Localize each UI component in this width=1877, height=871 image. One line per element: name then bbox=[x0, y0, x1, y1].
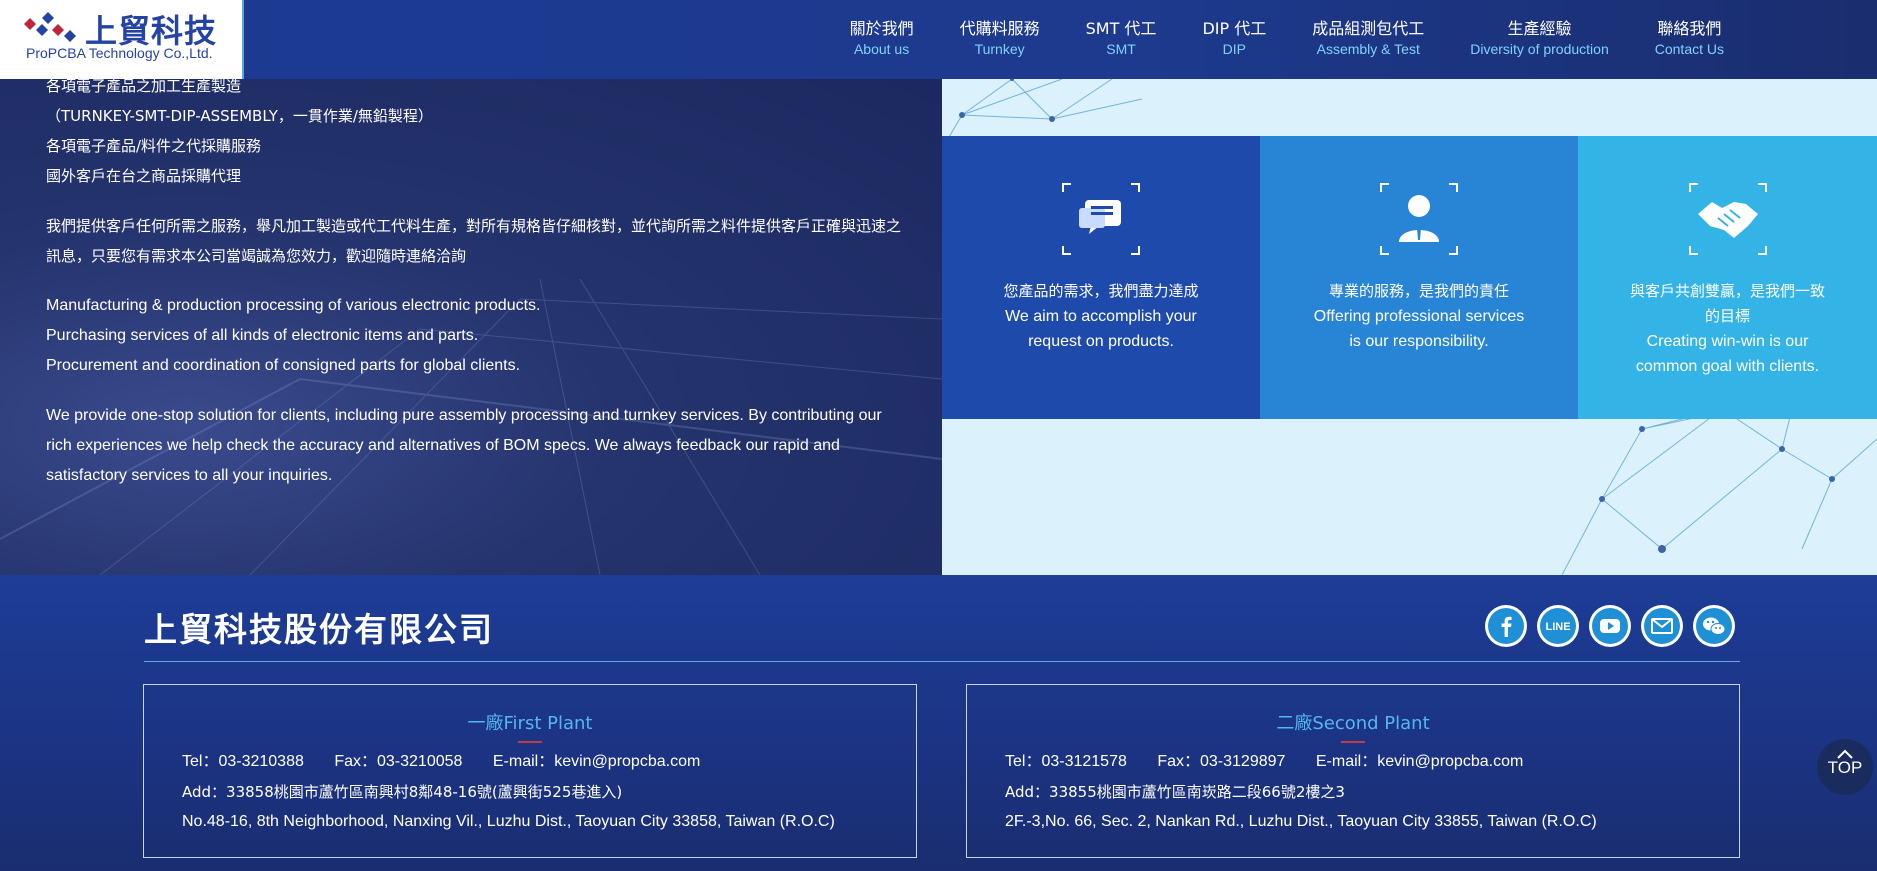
nav-dip[interactable]: DIP 代工 DIP bbox=[1179, 18, 1289, 58]
line-icon: LINE bbox=[1540, 608, 1576, 644]
value-card-text: 與客戶共創雙贏，是我們一致的目標 Creating win-win is our… bbox=[1628, 279, 1827, 379]
plant-address-en: 2F.-3,No. 66, Sec. 2, Nankan Rd., Luzhu … bbox=[1005, 813, 1597, 830]
plant-title-underline bbox=[1341, 741, 1365, 743]
value-card: 您產品的需求，我們盡力達成 We aim to accomplish your … bbox=[942, 136, 1260, 419]
value-cards: 您產品的需求，我們盡力達成 We aim to accomplish your … bbox=[942, 136, 1877, 419]
nav-turnkey-label: 代購料服務 bbox=[959, 19, 1040, 38]
nav-turnkey-sublabel: Turnkey bbox=[974, 41, 1025, 57]
plant-address-cn: Add：33858桃園市蘆竹區南興村8鄰48-16號(蘆興街525巷進入) bbox=[182, 783, 623, 801]
intro-line-en: Manufacturing & production processing of… bbox=[46, 297, 541, 314]
value-card-cn: 專業的服務，是我們的責任 bbox=[1328, 282, 1509, 300]
value-card: 專業的服務，是我們的責任 Offering professional servi… bbox=[1260, 136, 1578, 419]
plant-title: 一廠First Plant bbox=[467, 713, 593, 734]
logo-subtitle: ProPCBA Technology Co.,Ltd. bbox=[26, 45, 213, 61]
intro-section: 各項電子產品之加工生產製造 （TURNKEY-SMT-DIP-ASSEMBLY，… bbox=[0, 79, 942, 575]
nav-smt[interactable]: SMT 代工 SMT bbox=[1063, 18, 1180, 58]
intro-text: 各項電子產品之加工生產製造 （TURNKEY-SMT-DIP-ASSEMBLY，… bbox=[46, 79, 906, 511]
plant-title: 二廠Second Plant bbox=[1276, 713, 1430, 734]
value-card: 與客戶共創雙贏，是我們一致的目標 Creating win-win is our… bbox=[1578, 136, 1877, 419]
value-card-en: We aim to accomplish your request on pro… bbox=[1005, 308, 1197, 350]
plant-tel[interactable]: Tel：03-3210388 bbox=[182, 753, 304, 770]
nav-about-label: 關於我們 bbox=[849, 19, 914, 38]
nav-turnkey[interactable]: 代購料服務 Turnkey bbox=[937, 18, 1063, 58]
plant-info: Tel：03-3210388 Fax：03-3210058 E-mail：kev… bbox=[182, 747, 916, 837]
plant-card-second: 二廠Second Plant Tel：03-3121578 Fax：03-312… bbox=[966, 684, 1740, 858]
nav-smt-sublabel: SMT bbox=[1106, 41, 1136, 57]
nav-dip-label: DIP 代工 bbox=[1202, 19, 1267, 38]
plant-tel[interactable]: Tel：03-3121578 bbox=[1005, 753, 1127, 770]
company-name: 上貿科技股份有限公司 bbox=[144, 610, 494, 649]
wechat-icon bbox=[1696, 608, 1732, 644]
youtube-link[interactable] bbox=[1589, 605, 1631, 647]
nav-contact-label: 聯絡我們 bbox=[1657, 19, 1722, 38]
intro-paragraph-en: We provide one-stop solution for clients… bbox=[46, 407, 882, 484]
line-link[interactable]: LINE bbox=[1537, 605, 1579, 647]
nav-diversity[interactable]: 生產經驗 Diversity of production bbox=[1447, 18, 1632, 58]
intro-line: 各項電子產品之加工生產製造 bbox=[46, 79, 242, 95]
facebook-link[interactable] bbox=[1485, 605, 1527, 647]
nav-diversity-label: 生產經驗 bbox=[1507, 19, 1572, 38]
intro-paragraph-cn: 我們提供客戶任何所需之服務，舉凡加工製造或代工代料生產，對所有規格皆仔細核對，並… bbox=[46, 217, 902, 265]
plant-address-cn: Add：33855桃園市蘆竹區南崁路二段66號2樓之3 bbox=[1005, 783, 1345, 801]
nav-about[interactable]: 關於我們 About us bbox=[827, 18, 937, 58]
plant-card-first: 一廠First Plant Tel：03-3210388 Fax：03-3210… bbox=[143, 684, 917, 858]
values-section: 您產品的需求，我們盡力達成 We aim to accomplish your … bbox=[942, 79, 1877, 575]
nav-assembly-sublabel: Assembly & Test bbox=[1316, 41, 1420, 57]
line-icon-label: LINE bbox=[1545, 621, 1570, 633]
back-to-top-label: TOP bbox=[1827, 758, 1863, 777]
plant-email[interactable]: E-mail：kevin@propcba.com bbox=[1316, 753, 1523, 770]
value-card-text: 您產品的需求，我們盡力達成 We aim to accomplish your … bbox=[992, 279, 1210, 354]
intro-line: 國外客戶在台之商品採購代理 bbox=[46, 167, 242, 185]
mail-link[interactable] bbox=[1641, 605, 1683, 647]
social-links: LINE bbox=[1485, 605, 1735, 647]
person-icon bbox=[1380, 183, 1458, 255]
mail-icon bbox=[1644, 608, 1680, 644]
nav-assembly[interactable]: 成品組測包代工 Assembly & Test bbox=[1289, 18, 1447, 58]
chat-icon bbox=[1062, 183, 1140, 255]
main-nav: 關於我們 About us 代購料服務 Turnkey SMT 代工 SMT D… bbox=[827, 18, 1747, 58]
plant-fax: Fax：03-3210058 bbox=[334, 753, 463, 770]
value-card-text: 專業的服務，是我們的責任 Offering professional servi… bbox=[1310, 279, 1528, 354]
back-to-top-button[interactable]: TOP bbox=[1817, 739, 1873, 795]
logo[interactable]: 上貿科技 ProPCBA Technology Co.,Ltd. bbox=[0, 0, 244, 79]
logo-mark-icon bbox=[24, 12, 76, 42]
site-header: 上貿科技 ProPCBA Technology Co.,Ltd. 關於我們 Ab… bbox=[0, 0, 1877, 79]
nav-diversity-sublabel: Diversity of production bbox=[1470, 41, 1609, 57]
nav-assembly-label: 成品組測包代工 bbox=[1312, 19, 1425, 38]
handshake-icon bbox=[1688, 183, 1767, 255]
nav-about-sublabel: About us bbox=[853, 41, 910, 57]
plant-info: Tel：03-3121578 Fax：03-3129897 E-mail：kev… bbox=[1005, 747, 1739, 837]
plant-fax: Fax：03-3129897 bbox=[1157, 753, 1286, 770]
site-footer: 上貿科技股份有限公司 LINE 一廠First Plant Tel：03-321… bbox=[0, 575, 1877, 871]
nav-contact-sublabel: Contact Us bbox=[1654, 41, 1724, 57]
plant-email[interactable]: E-mail：kevin@propcba.com bbox=[493, 753, 700, 770]
value-card-cn: 您產品的需求，我們盡力達成 bbox=[1003, 282, 1199, 300]
intro-line-en: Procurement and coordination of consigne… bbox=[46, 357, 521, 374]
value-card-en: Offering professional services is our re… bbox=[1313, 308, 1525, 350]
nav-smt-label: SMT 代工 bbox=[1085, 19, 1157, 38]
intro-line: （TURNKEY-SMT-DIP-ASSEMBLY，一貫作業/無鉛製程） bbox=[46, 107, 433, 125]
nav-contact[interactable]: 聯絡我們 Contact Us bbox=[1632, 18, 1747, 58]
intro-line-en: Purchasing services of all kinds of elec… bbox=[46, 327, 479, 344]
plant-address-en: No.48-16, 8th Neighborhood, Nanxing Vil.… bbox=[182, 813, 835, 830]
footer-divider bbox=[144, 661, 1740, 662]
nav-dip-sublabel: DIP bbox=[1222, 41, 1246, 57]
value-card-en: Creating win-win is our common goal with… bbox=[1635, 333, 1820, 375]
youtube-icon bbox=[1592, 608, 1628, 644]
intro-line: 各項電子產品/料件之代採購服務 bbox=[46, 137, 262, 155]
facebook-icon bbox=[1488, 608, 1524, 644]
wechat-link[interactable] bbox=[1693, 605, 1735, 647]
plant-title-underline bbox=[518, 741, 542, 743]
value-card-cn: 與客戶共創雙贏，是我們一致的目標 bbox=[1629, 282, 1825, 325]
